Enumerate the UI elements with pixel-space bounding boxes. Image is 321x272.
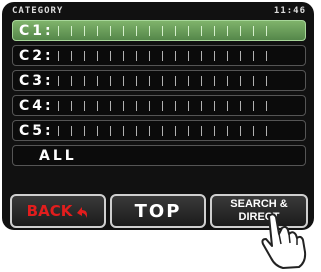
category-row-c2[interactable]: C2: <box>12 45 306 66</box>
row-label: C4: <box>19 97 54 114</box>
row-label: C1: <box>19 22 54 39</box>
row-label: C5: <box>19 122 54 139</box>
row-label: ALL <box>39 147 77 164</box>
return-arrow-icon <box>77 207 88 218</box>
row-label: C2: <box>19 47 54 64</box>
row-label: C3: <box>19 72 54 89</box>
clock: 11:46 <box>273 6 306 16</box>
pointing-hand-icon <box>261 213 307 269</box>
search-line1: SEARCH & <box>230 198 288 210</box>
empty-name-placeholder <box>57 50 267 61</box>
category-row-c4[interactable]: C4: <box>12 95 306 116</box>
category-row-c1[interactable]: C1: <box>12 20 306 41</box>
top-button[interactable]: TOP <box>110 194 206 228</box>
display-screen: CATEGORY 11:46 C1: C2: C3: C4: C5: ALL B… <box>2 2 314 230</box>
empty-name-placeholder <box>57 25 267 36</box>
empty-name-placeholder <box>57 75 267 86</box>
category-row-c5[interactable]: C5: <box>12 120 306 141</box>
category-row-c3[interactable]: C3: <box>12 70 306 91</box>
screen-title: CATEGORY <box>12 6 64 16</box>
back-label: BACK <box>26 202 73 220</box>
category-row-all[interactable]: ALL <box>12 145 306 166</box>
empty-name-placeholder <box>57 125 267 136</box>
empty-name-placeholder <box>57 100 267 111</box>
status-bar: CATEGORY 11:46 <box>12 4 306 18</box>
back-button[interactable]: BACK <box>10 194 106 228</box>
top-label: TOP <box>134 200 182 222</box>
